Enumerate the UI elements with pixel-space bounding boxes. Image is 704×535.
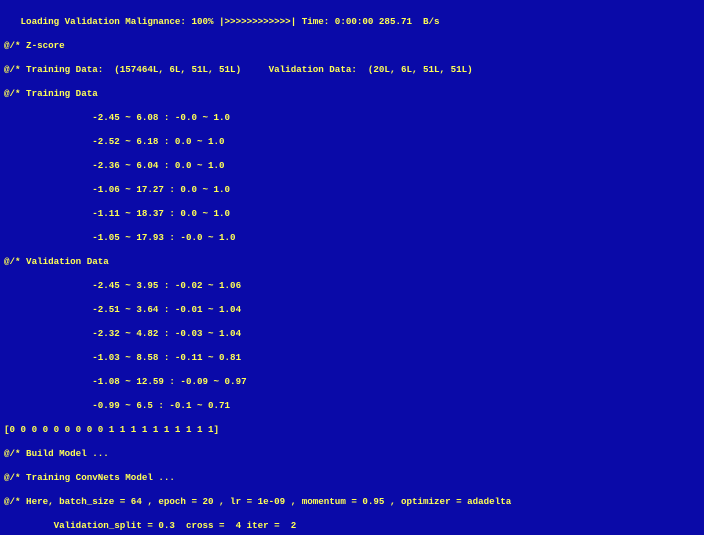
training-row: -2.52 ~ 6.18 : 0.0 ~ 1.0 bbox=[4, 136, 700, 148]
terminal-output: Loading Validation Malignance: 100% |>>>… bbox=[0, 0, 704, 535]
loading-line: Loading Validation Malignance: 100% |>>>… bbox=[4, 16, 700, 28]
validation-row: -0.99 ~ 6.5 : -0.1 ~ 0.71 bbox=[4, 400, 700, 412]
validation-row: -2.51 ~ 3.64 : -0.01 ~ 1.04 bbox=[4, 304, 700, 316]
params-line: @/* Here, batch_size = 64 , epoch = 20 ,… bbox=[4, 496, 700, 508]
validation-row: -2.45 ~ 3.95 : -0.02 ~ 1.06 bbox=[4, 280, 700, 292]
training-row: -1.05 ~ 17.93 : -0.0 ~ 1.0 bbox=[4, 232, 700, 244]
mask-line: [0 0 0 0 0 0 0 0 0 1 1 1 1 1 1 1 1 1 1] bbox=[4, 424, 700, 436]
zscore-line: @/* Z-score bbox=[4, 40, 700, 52]
shapes-line: @/* Training Data: (157464L, 6L, 51L, 51… bbox=[4, 64, 700, 76]
training-row: -2.36 ~ 6.04 : 0.0 ~ 1.0 bbox=[4, 160, 700, 172]
validation-row: -2.32 ~ 4.82 : -0.03 ~ 1.04 bbox=[4, 328, 700, 340]
training-row: -2.45 ~ 6.08 : -0.0 ~ 1.0 bbox=[4, 112, 700, 124]
validation-row: -1.08 ~ 12.59 : -0.09 ~ 0.97 bbox=[4, 376, 700, 388]
validation-row: -1.03 ~ 8.58 : -0.11 ~ 0.81 bbox=[4, 352, 700, 364]
training-label: @/* Training Data bbox=[4, 88, 700, 100]
params-line: Validation_split = 0.3 cross = 4 iter = … bbox=[4, 520, 700, 532]
validation-label: @/* Validation Data bbox=[4, 256, 700, 268]
training-row: -1.06 ~ 17.27 : 0.0 ~ 1.0 bbox=[4, 184, 700, 196]
training-conv-line: @/* Training ConvNets Model ... bbox=[4, 472, 700, 484]
build-model-line: @/* Build Model ... bbox=[4, 448, 700, 460]
training-row: -1.11 ~ 18.37 : 0.0 ~ 1.0 bbox=[4, 208, 700, 220]
